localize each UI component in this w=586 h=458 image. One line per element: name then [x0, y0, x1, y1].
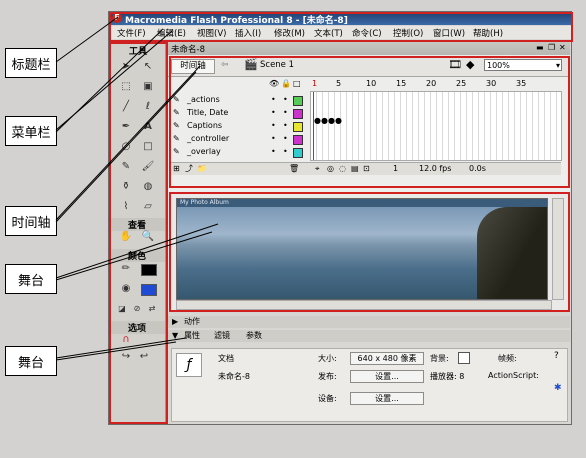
bottom-panels: ▶ 动作 ▼ 属性 滤镜 参数 ƒ 文档 未命名-8 大小: 640 x 480…	[166, 314, 570, 423]
actions-panel-header[interactable]: ▶ 动作	[166, 316, 570, 328]
player-label: 播放器: 8	[430, 372, 465, 381]
document-tab[interactable]: 未命名-8 ▬ ❐ ✕	[166, 42, 570, 55]
publish-settings-button[interactable]: 设置...	[350, 370, 424, 383]
doc-close-icon[interactable]: ✕	[559, 43, 566, 52]
highlight-title-menu	[109, 12, 573, 42]
tab-filters[interactable]: 滤镜	[214, 330, 230, 342]
doc-type-label: 文档	[218, 354, 234, 363]
size-button[interactable]: 640 x 480 像素	[350, 352, 424, 365]
tab-parameters[interactable]: 参数	[246, 330, 262, 342]
flash-document-icon: ƒ	[176, 353, 202, 377]
background-color-swatch[interactable]	[458, 352, 470, 364]
doc-minimize-icon[interactable]: ▬	[536, 43, 544, 52]
document-tab-label: 未命名-8	[171, 45, 205, 55]
doc-name: 未命名-8	[218, 372, 250, 381]
frame-rate-label: 帧频:	[498, 354, 517, 363]
size-label: 大小:	[318, 354, 337, 363]
actions-panel-title: 动作	[184, 317, 200, 326]
accessibility-icon[interactable]: ✱	[554, 383, 562, 393]
highlight-timeline	[169, 56, 570, 188]
properties-panel-header: ▼ 属性 滤镜 参数	[166, 330, 570, 342]
callout-menu-bar: 菜单栏	[5, 116, 57, 146]
properties-content: ƒ 文档 未命名-8 大小: 640 x 480 像素 发布: 设置... 设备…	[171, 348, 568, 422]
highlight-toolbox	[109, 42, 168, 424]
flash-window: F Macromedia Flash Professional 8 - [未命名…	[108, 11, 573, 425]
highlight-stage	[169, 192, 570, 312]
callout-stage: 舞台	[5, 264, 57, 294]
callout-stage-2: 舞台	[5, 346, 57, 376]
device-settings-button[interactable]: 设置...	[350, 392, 424, 405]
publish-label: 发布:	[318, 372, 337, 381]
help-icon[interactable]: ?	[554, 351, 559, 361]
expand-arrow-icon: ▶	[172, 317, 179, 326]
actionscript-label: ActionScript:	[488, 371, 539, 380]
callout-timeline: 时间轴	[5, 206, 57, 236]
doc-restore-icon[interactable]: ❐	[548, 43, 555, 52]
collapse-arrow-icon[interactable]: ▼	[172, 330, 178, 342]
background-label: 背景:	[430, 354, 449, 363]
tab-properties[interactable]: 属性	[184, 330, 200, 342]
callout-title-bar: 标题栏	[5, 48, 57, 78]
device-label: 设备:	[318, 394, 337, 403]
